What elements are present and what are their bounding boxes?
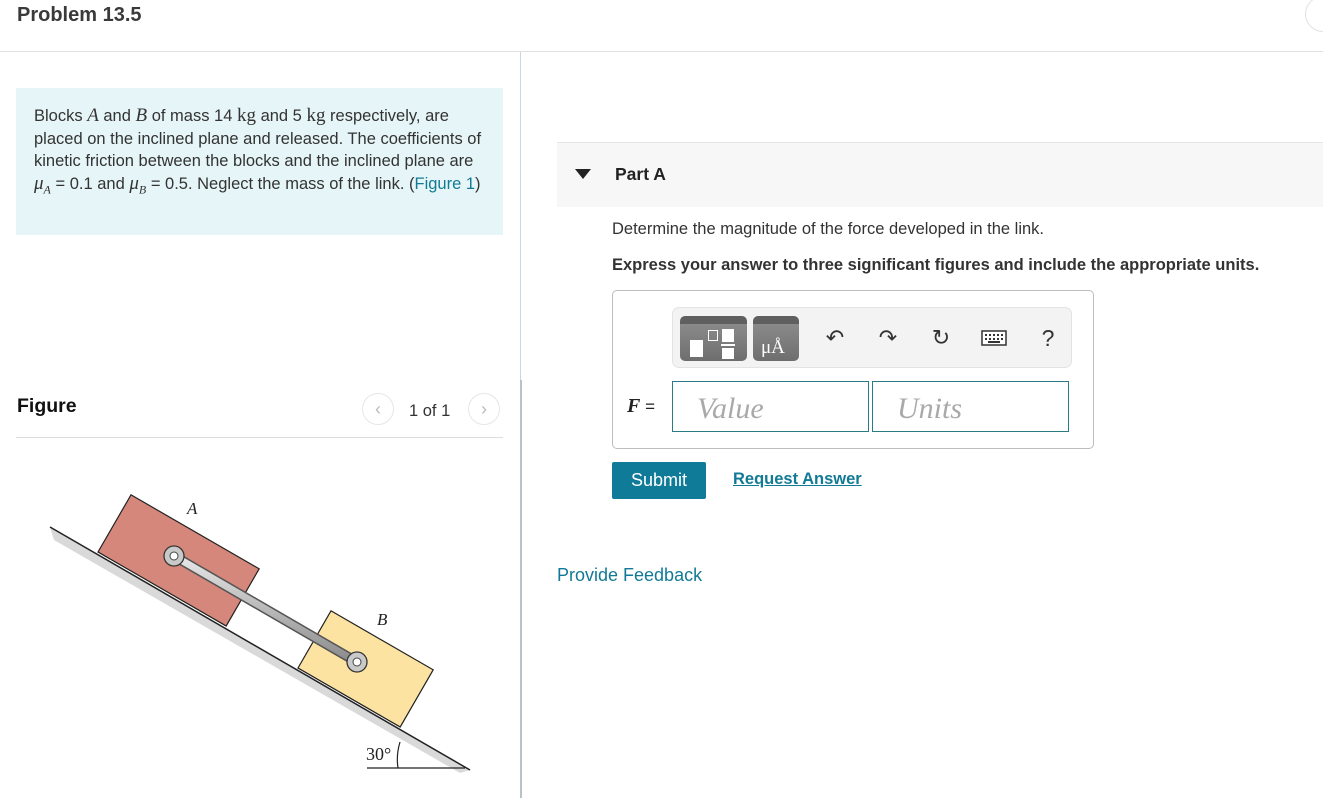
help-icon: ? bbox=[1041, 324, 1055, 351]
chevron-left-icon: ‹ bbox=[375, 398, 381, 419]
incline-edge bbox=[49, 526, 471, 771]
templates-button[interactable] bbox=[680, 316, 747, 361]
figure-label: Figure bbox=[17, 395, 77, 417]
instruction-text: Express your answer to three significant… bbox=[612, 256, 1260, 274]
page-header: Problem 13.5 bbox=[0, 0, 1323, 52]
problem-title: Problem 13.5 bbox=[17, 4, 142, 26]
figure-pager-count: 1 of 1 bbox=[409, 402, 451, 420]
keyboard-icon bbox=[981, 330, 1007, 346]
angle-arc bbox=[396, 741, 401, 769]
label-b: B bbox=[377, 610, 388, 629]
undo-icon: ↶ bbox=[825, 325, 845, 350]
math-toolbar: μÅ ↶ ↷ ↻ ? bbox=[672, 307, 1072, 368]
provide-feedback-link[interactable]: Provide Feedback bbox=[557, 565, 702, 586]
column-divider-scroll[interactable] bbox=[520, 380, 522, 798]
question-text: Determine the magnitude of the force dev… bbox=[612, 220, 1045, 238]
label-a: A bbox=[186, 499, 198, 518]
angle-label: 30° bbox=[366, 744, 391, 764]
reset-icon: ↻ bbox=[931, 325, 951, 350]
chevron-right-icon: › bbox=[481, 398, 487, 419]
redo-button[interactable]: ↷ bbox=[873, 322, 903, 354]
variable-label: F = bbox=[627, 395, 655, 417]
submit-button[interactable]: Submit bbox=[612, 462, 706, 499]
help-button[interactable]: ? bbox=[1033, 322, 1063, 354]
block-a-symbol: A bbox=[87, 105, 99, 126]
figure-link[interactable]: Figure 1 bbox=[415, 175, 476, 193]
answer-box: μÅ ↶ ↷ ↻ ? F = bbox=[612, 290, 1094, 449]
units-icon: μÅ bbox=[761, 337, 785, 358]
units-button[interactable]: μÅ bbox=[753, 316, 799, 361]
request-answer-link[interactable]: Request Answer bbox=[733, 470, 862, 489]
block-b-symbol: B bbox=[135, 105, 148, 126]
units-input[interactable] bbox=[872, 381, 1069, 432]
next-figure-button[interactable]: › bbox=[468, 393, 500, 425]
figure-header: Figure ‹ 1 of 1 › bbox=[16, 388, 503, 438]
part-a-header[interactable]: Part A bbox=[557, 142, 1323, 207]
keyboard-button[interactable] bbox=[979, 322, 1009, 354]
reset-button[interactable]: ↻ bbox=[926, 322, 956, 354]
template-icon bbox=[690, 340, 703, 357]
part-a-title: Part A bbox=[615, 164, 666, 184]
collapse-caret-icon[interactable] bbox=[575, 169, 591, 179]
incline-diagram: A B 30° bbox=[49, 494, 471, 773]
previous-figure-button[interactable]: ‹ bbox=[362, 393, 394, 425]
problem-statement: Blocks A and B of mass 14 kg and 5 kg re… bbox=[16, 88, 503, 235]
redo-icon: ↷ bbox=[878, 325, 898, 350]
value-input[interactable] bbox=[672, 381, 869, 432]
undo-button[interactable]: ↶ bbox=[820, 322, 850, 354]
header-round-button[interactable] bbox=[1305, 0, 1323, 32]
